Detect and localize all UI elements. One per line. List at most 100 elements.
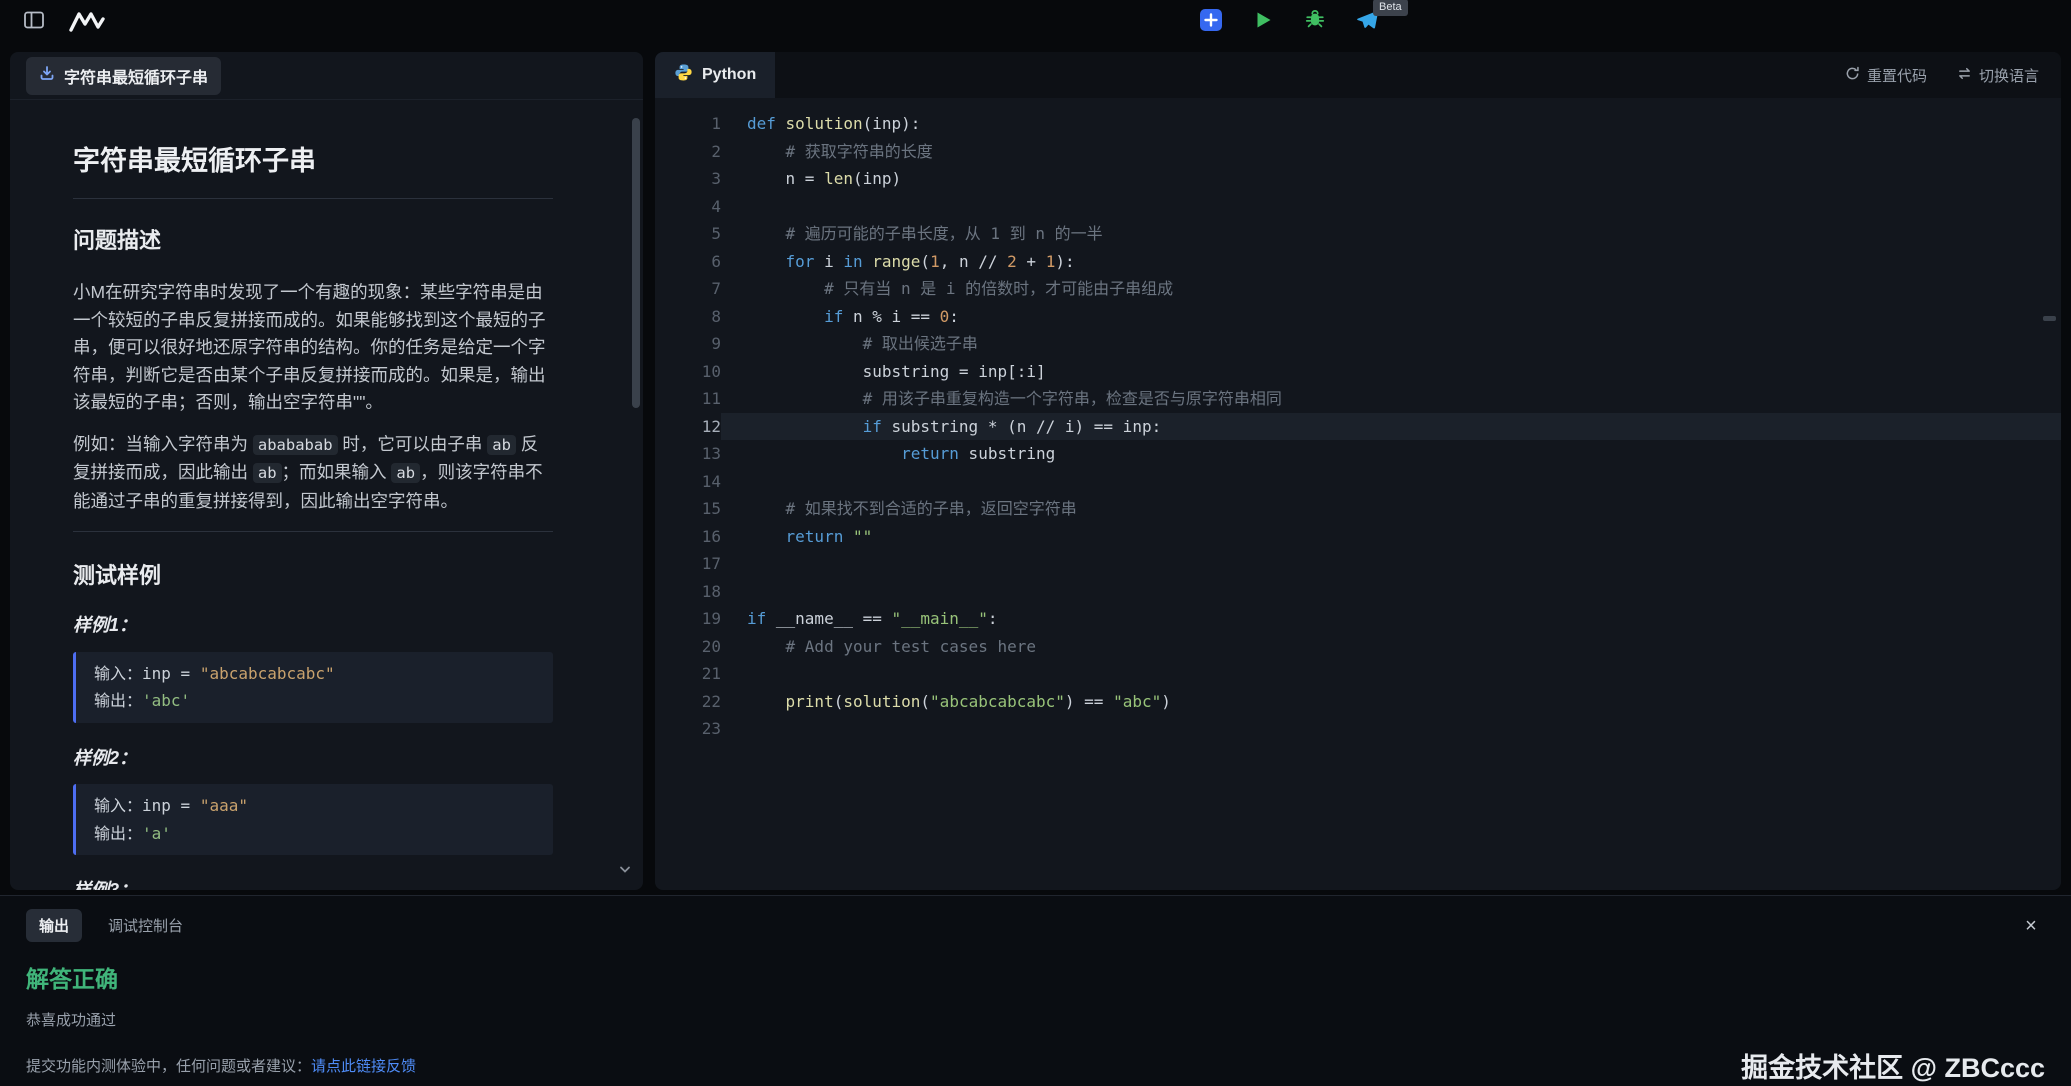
line-number: 18 bbox=[655, 578, 721, 606]
line-number: 6 bbox=[655, 248, 721, 276]
editor-body[interactable]: 1def solution(inp):2 # 获取字符串的长度3 n = len… bbox=[655, 98, 2061, 890]
feedback-link[interactable]: 请点此链接反馈 bbox=[311, 1058, 416, 1075]
code-line[interactable]: 3 n = len(inp) bbox=[655, 165, 2061, 193]
problem-paragraph-1: 小M在研究字符串时发现了一个有趣的现象：某些字符串是由一个较短的子串反复拼接而成… bbox=[73, 279, 553, 417]
code-line[interactable]: 17 bbox=[655, 550, 2061, 578]
text-segment: 例如：当输入字符串为 bbox=[73, 434, 253, 454]
problem-content: 字符串最短循环子串 问题描述 小M在研究字符串时发现了一个有趣的现象：某些字符串… bbox=[10, 100, 643, 890]
python-icon bbox=[674, 63, 693, 87]
code-line[interactable]: 18 bbox=[655, 578, 2061, 606]
line-number: 3 bbox=[655, 165, 721, 193]
line-number: 5 bbox=[655, 220, 721, 248]
inline-code: ab bbox=[487, 435, 516, 455]
line-number: 4 bbox=[655, 193, 721, 221]
code-line[interactable]: 22 print(solution("abcabcabcabc") == "ab… bbox=[655, 688, 2061, 716]
result-title: 解答正确 bbox=[26, 960, 2045, 994]
code-line[interactable]: 7 # 只有当 n 是 i 的倍数时，才可能由子串组成 bbox=[655, 275, 2061, 303]
sidebar-toggle-button[interactable] bbox=[20, 8, 48, 36]
sample-code-line: 输入：inp = "abcabcabcabc" bbox=[94, 660, 535, 688]
code-line[interactable]: 10 substring = inp[:i] bbox=[655, 358, 2061, 386]
code-line[interactable]: 4 bbox=[655, 193, 2061, 221]
editor-panel: Python 重置代码 切换语言 1def solution(inp):2 bbox=[655, 52, 2061, 890]
problem-badge[interactable]: 字符串最短循环子串 bbox=[26, 57, 221, 95]
code-line[interactable]: 6 for i in range(1, n // 2 + 1): bbox=[655, 248, 2061, 276]
text-segment: ；而如果输入 bbox=[282, 462, 392, 482]
tab-python[interactable]: Python bbox=[655, 52, 775, 98]
page-title: 字符串最短循环子串 bbox=[73, 144, 553, 199]
chevron-down-icon bbox=[617, 861, 633, 882]
code-line[interactable]: 21 bbox=[655, 660, 2061, 688]
code-line[interactable]: 5 # 遍历可能的子串长度，从 1 到 n 的一半 bbox=[655, 220, 2061, 248]
line-number: 9 bbox=[655, 330, 721, 358]
run-button[interactable] bbox=[1250, 9, 1276, 35]
line-number: 8 bbox=[655, 303, 721, 331]
code-line[interactable]: 13 return substring bbox=[655, 440, 2061, 468]
topbar-actions: Beta bbox=[1198, 0, 1380, 44]
reset-code-label: 重置代码 bbox=[1867, 65, 1927, 86]
sample-code-line: 输出：'a' bbox=[94, 820, 535, 848]
sample-code-line: 输出：'abc' bbox=[94, 687, 535, 715]
output-footer: 提交功能内测体验中，任何问题或者建议：请点此链接反馈 掘金技术社区 @ ZBCc… bbox=[26, 1046, 2045, 1085]
reset-code-button[interactable]: 重置代码 bbox=[1845, 65, 1927, 86]
line-number: 14 bbox=[655, 468, 721, 496]
sample-2-label: 样例2： bbox=[73, 745, 553, 773]
code-line[interactable]: 9 # 取出候选子串 bbox=[655, 330, 2061, 358]
debug-button[interactable] bbox=[1302, 9, 1328, 35]
add-button[interactable] bbox=[1198, 9, 1224, 35]
text-segment: 时，它可以由子串 bbox=[338, 434, 488, 454]
code-line[interactable]: 16 return "" bbox=[655, 523, 2061, 551]
code-line[interactable]: 15 # 如果找不到合适的子串，返回空字符串 bbox=[655, 495, 2061, 523]
tab-output[interactable]: 输出 bbox=[26, 909, 82, 942]
editor-code: 1def solution(inp):2 # 获取字符串的长度3 n = len… bbox=[655, 110, 2061, 743]
line-number: 10 bbox=[655, 358, 721, 386]
line-number: 15 bbox=[655, 495, 721, 523]
feedback-label: 提交功能内测体验中，任何问题或者建议： bbox=[26, 1058, 311, 1075]
close-icon: × bbox=[2025, 915, 2037, 937]
description-heading: 问题描述 bbox=[73, 227, 553, 255]
line-number: 16 bbox=[655, 523, 721, 551]
close-panel-button[interactable]: × bbox=[2017, 912, 2045, 940]
inline-code: ab bbox=[391, 463, 420, 483]
line-number: 21 bbox=[655, 660, 721, 688]
problem-paragraph-2: 例如：当输入字符串为 abababab 时，它可以由子串 ab 反复拼接而成，因… bbox=[73, 431, 553, 516]
line-number: 17 bbox=[655, 550, 721, 578]
output-tabs: 输出 调试控制台 × bbox=[26, 909, 2045, 942]
samples-heading: 测试样例 bbox=[73, 562, 553, 590]
line-number: 7 bbox=[655, 275, 721, 303]
code-line[interactable]: 14 bbox=[655, 468, 2061, 496]
code-line[interactable]: 2 # 获取字符串的长度 bbox=[655, 138, 2061, 166]
marscode-logo bbox=[68, 11, 106, 33]
code-line[interactable]: 12 if substring * (n // i) == inp: bbox=[655, 413, 2061, 441]
add-icon bbox=[1199, 8, 1223, 37]
code-line[interactable]: 1def solution(inp): bbox=[655, 110, 2061, 138]
line-number: 23 bbox=[655, 715, 721, 743]
tab-python-label: Python bbox=[702, 66, 756, 84]
reset-icon bbox=[1845, 66, 1860, 85]
code-line[interactable]: 23 bbox=[655, 715, 2061, 743]
section-divider bbox=[73, 531, 553, 532]
result-subtitle: 恭喜成功通过 bbox=[26, 1009, 2045, 1030]
problem-panel-header: 字符串最短循环子串 bbox=[10, 52, 643, 100]
code-line[interactable]: 20 # Add your test cases here bbox=[655, 633, 2061, 661]
line-number: 22 bbox=[655, 688, 721, 716]
code-line[interactable]: 8 if n % i == 0: bbox=[655, 303, 2061, 331]
inline-code: abababab bbox=[253, 435, 338, 455]
editor-scrollbar-thumb[interactable] bbox=[2043, 316, 2056, 321]
sample-3-label: 样例3： bbox=[73, 877, 553, 890]
line-number: 19 bbox=[655, 605, 721, 633]
sample-code-line: 输入：inp = "aaa" bbox=[94, 792, 535, 820]
problem-panel: 字符串最短循环子串 字符串最短循环子串 问题描述 小M在研究字符串时发现了一个有… bbox=[10, 52, 643, 890]
line-number: 11 bbox=[655, 385, 721, 413]
bug-icon bbox=[1304, 9, 1326, 36]
switch-language-button[interactable]: 切换语言 bbox=[1957, 65, 2039, 86]
problem-scrollbar-thumb[interactable] bbox=[632, 118, 640, 408]
feedback-text: 提交功能内测体验中，任何问题或者建议：请点此链接反馈 bbox=[26, 1055, 416, 1076]
code-line[interactable]: 11 # 用该子串重复构造一个字符串，检查是否与原字符串相同 bbox=[655, 385, 2061, 413]
code-line[interactable]: 19if __name__ == "__main__": bbox=[655, 605, 2061, 633]
problem-badge-label: 字符串最短循环子串 bbox=[64, 64, 208, 88]
sidebar-toggle-icon bbox=[24, 11, 44, 34]
tab-debug-console[interactable]: 调试控制台 bbox=[108, 915, 183, 936]
scroll-down-button[interactable] bbox=[617, 861, 633, 882]
line-number: 12 bbox=[655, 413, 721, 441]
play-icon bbox=[1252, 9, 1274, 36]
